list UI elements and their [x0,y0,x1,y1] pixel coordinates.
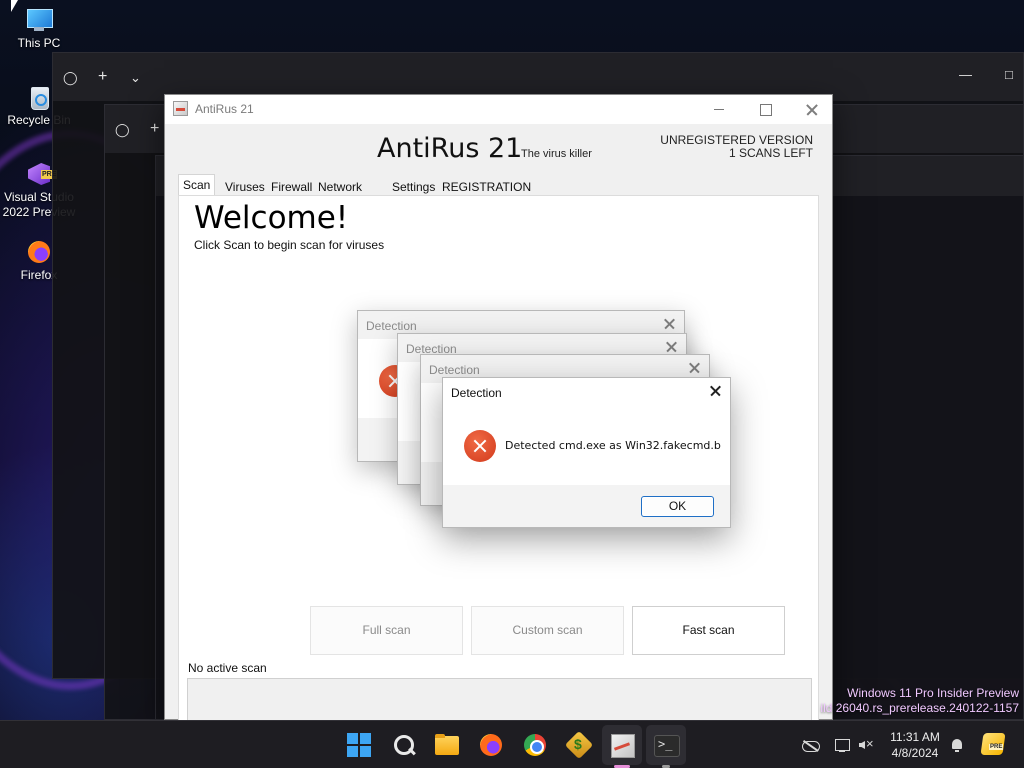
clock-date: 4/8/2024 [891,746,939,760]
network-icon[interactable] [834,737,850,753]
welcome-instructions: Click Scan to begin scan for viruses [194,238,385,252]
file-explorer-icon[interactable] [433,731,461,759]
dialog-title: Detection [451,386,502,400]
shield-icon[interactable]: ◯ [63,70,78,86]
chrome-icon[interactable] [521,731,549,759]
desktop-icon-label: This PC [17,36,61,50]
welcome-heading: Welcome! [194,200,349,236]
tab-viruses[interactable]: Viruses [220,177,270,196]
scan-progress-area [187,678,812,722]
this-pc-icon [25,6,53,34]
tab-scan[interactable]: Scan [178,174,216,196]
build-watermark-line1: Windows 11 Pro Insider Preview [847,686,1019,700]
app-tagline: The virus killer [521,148,592,160]
maximize-button[interactable] [742,95,788,124]
new-tab-icon[interactable]: + [150,121,159,137]
desktop-icon-this-pc[interactable]: This PC [0,6,78,51]
dialog-title: Detection [429,363,480,377]
maximize-icon[interactable]: □ [1005,67,1013,83]
dialog-close-button[interactable] [660,315,678,333]
start-icon[interactable] [345,731,373,759]
system-clock[interactable]: 11:31 AM 4/8/2024 [878,729,952,761]
dialog-close-button[interactable] [685,359,703,377]
insider-preview-icon[interactable]: PRE [982,733,1004,755]
volume-muted-icon[interactable] [858,737,874,753]
new-tab-icon[interactable]: + [98,69,107,85]
terminal-icon[interactable]: >_ [652,731,680,759]
minimize-icon[interactable]: — [959,67,972,83]
shield-icon[interactable]: ◯ [115,122,130,138]
window-title: AntiRus 21 [195,102,254,116]
firefox-icon[interactable] [477,731,505,759]
taskbar: $ >_ 11:31 AM 4/8/2024 PRE [0,720,1024,768]
clock-time: 11:31 AM [890,730,940,744]
custom-scan-button[interactable]: Custom scan [471,606,624,655]
notification-bell-icon[interactable] [949,737,965,753]
scans-left-label: 1 SCANS LEFT [728,146,813,160]
firefox-icon [25,238,53,266]
dialog-title-bar[interactable]: Detection [443,378,730,406]
minimize-button[interactable] [696,95,742,124]
tab-network-filter[interactable]: Network filter [313,177,367,213]
close-button[interactable] [788,95,834,124]
antirus-icon[interactable] [608,731,636,759]
tab-settings[interactable]: Settings [387,177,440,196]
build-watermark-line2: ild 26040.rs_prerelease.240122-1157 [820,701,1019,715]
ok-button[interactable]: OK [641,496,714,517]
full-scan-button[interactable]: Full scan [310,606,463,655]
tab-firewall[interactable]: Firewall [266,177,317,196]
detection-dialog-front: Detection Detected cmd.exe as Win32.fake… [442,377,731,528]
app-brand: AntiRus 21 [377,133,523,164]
money-app-icon[interactable]: $ [565,731,593,759]
detection-message: Detected cmd.exe as Win32.fakecmd.b [505,439,721,452]
error-icon [464,430,496,462]
tab-registration[interactable]: REGISTRATION [437,177,536,196]
onedrive-offline-icon[interactable] [802,737,820,753]
title-bar[interactable]: AntiRus 21 [165,95,832,124]
search-icon[interactable] [389,731,417,759]
dialog-close-button[interactable] [706,382,724,400]
visual-studio-icon: PRE [25,160,58,188]
scan-status: No active scan [188,661,267,675]
chevron-down-icon[interactable]: ⌄ [130,70,141,86]
antirus-app-icon [173,101,188,116]
recycle-bin-icon [25,83,53,111]
dialog-title: Detection [366,319,417,333]
dialog-body: Detected cmd.exe as Win32.fakecmd.b [443,406,730,485]
fast-scan-button[interactable]: Fast scan [632,606,785,655]
license-status: UNREGISTERED VERSION 1 SCANS LEFT [660,134,813,160]
